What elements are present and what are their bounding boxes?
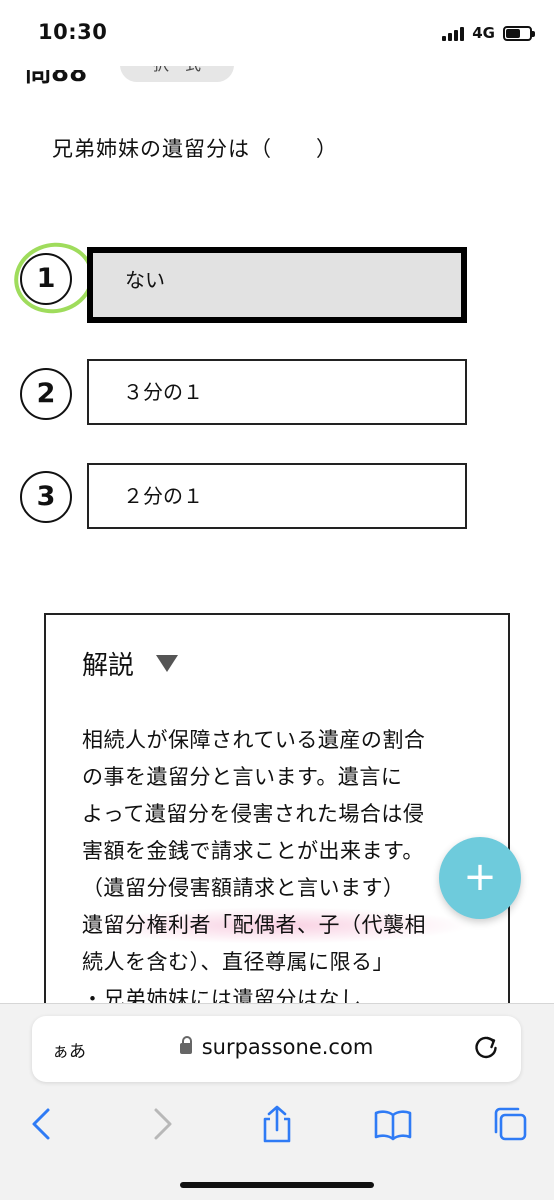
address-bar[interactable]: ぁあ surpassone.com (32, 1016, 521, 1082)
home-indicator (180, 1182, 374, 1188)
option-2[interactable]: 2 ３分の１ (20, 359, 480, 429)
triangle-down-icon (156, 655, 179, 672)
network-type: 4G (472, 24, 495, 42)
tabs-icon[interactable] (490, 1104, 530, 1144)
option-answer-box[interactable]: ない (87, 247, 467, 323)
share-icon[interactable] (257, 1104, 297, 1144)
option-number: 3 (20, 471, 72, 523)
back-icon[interactable] (22, 1104, 62, 1144)
status-time: 10:30 (38, 20, 108, 44)
option-number: 2 (20, 368, 72, 420)
status-icons: 4G (442, 23, 535, 43)
lock-icon (179, 1036, 192, 1054)
reload-icon[interactable] (471, 1032, 501, 1062)
explanation-panel: 解説 相続人が保障されている遺産の割合 の事を遺留分と言います。遺言に よって遺… (44, 613, 510, 1033)
explanation-line: 遺留分権利者「配偶者、子（代襲相 (82, 907, 472, 944)
cellular-signal-icon (442, 25, 465, 41)
question-text: 兄弟姉妹の遺留分は（ ） (52, 137, 338, 161)
explanation-line: 続人を含む）、直径尊属に限る」 (82, 950, 394, 974)
explanation-line: 相続人が保障されている遺産の割合 (82, 728, 426, 752)
explanation-line: よって遺留分を侵害された場合は侵 (82, 802, 425, 826)
explanation-body: 相続人が保障されている遺産の割合 の事を遺留分と言います。遺言に よって遺留分を… (82, 722, 472, 1018)
url-display[interactable]: surpassone.com (32, 1035, 521, 1059)
explanation-title: 解説 (82, 651, 135, 681)
explanation-toggle[interactable]: 解説 (82, 645, 472, 682)
battery-icon (503, 25, 535, 41)
forward-icon[interactable] (142, 1104, 182, 1144)
option-3[interactable]: 3 ２分の１ (20, 463, 480, 533)
option-answer-box[interactable]: ２分の１ (87, 463, 467, 529)
status-bar: 10:30 4G (0, 0, 554, 66)
explanation-line: （遺留分侵害額請求と言います） (82, 876, 405, 900)
browser-nav-tools (0, 1096, 554, 1156)
explanation-line: 害額を金銭で請求ことが出来ます。 (82, 839, 424, 863)
explanation-line: の事を遺留分と言います。遺言に (82, 765, 403, 789)
browser-toolbar: ぁあ surpassone.com (0, 1003, 554, 1200)
url-text: surpassone.com (201, 1035, 374, 1059)
option-1[interactable]: 1 ない (7, 235, 480, 323)
bookmarks-icon[interactable] (373, 1104, 413, 1144)
add-button[interactable]: + (439, 837, 521, 919)
option-answer-box[interactable]: ３分の１ (87, 359, 467, 425)
